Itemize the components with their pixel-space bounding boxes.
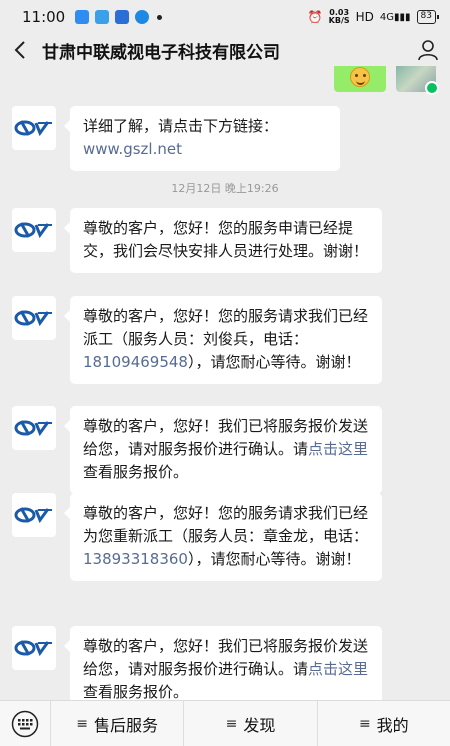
menu-icon: ≡: [76, 715, 89, 732]
official-account-avatar[interactable]: [12, 406, 56, 450]
back-icon[interactable]: [0, 34, 40, 66]
official-account-avatar[interactable]: [12, 208, 56, 252]
message-row: 尊敬的客户，您好！您的服务申请已经提交，我们会尽快安排人员进行处理。谢谢！: [12, 208, 382, 273]
view-quote-link[interactable]: 点击这里: [308, 440, 368, 458]
self-message: [334, 66, 439, 98]
company-logo-icon: [14, 640, 52, 657]
view-quote-link[interactable]: 点击这里: [308, 660, 368, 678]
message-row: 尊敬的客户，您好！您的服务请求我们已经派工（服务人员：刘俊兵，电话：181094…: [12, 296, 382, 384]
official-account-avatar[interactable]: [12, 493, 56, 537]
menu-discover[interactable]: ≡ 发现: [183, 700, 316, 746]
message-row: 尊敬的客户，您好！我们已将服务报价发送给您，请对服务报价进行确认。请点击这里查看…: [12, 406, 382, 494]
message-bubble[interactable]: 尊敬的客户，您好！我们已将服务报价发送给您，请对服务报价进行确认。请点击这里查看…: [64, 406, 382, 494]
phone-link[interactable]: 18109469548: [83, 353, 188, 371]
message-row: 尊敬的客户，您好！您的服务请求我们已经为您重新派工（服务人员：章金龙，电话：13…: [12, 493, 382, 581]
chat-title: 甘肃中联威视电子科技有限公司: [42, 42, 280, 63]
menu-after-sales[interactable]: ≡ 售后服务: [50, 700, 183, 746]
company-logo-icon: [14, 420, 52, 437]
menu-icon: ≡: [225, 715, 238, 732]
more-notifications-dot: [157, 14, 163, 20]
official-account-avatar[interactable]: [12, 106, 56, 150]
alarm-icon: ⏰: [307, 10, 323, 24]
message-timestamp: 12月12日 晚上19:26: [171, 182, 279, 195]
notification-browser-icon: [115, 10, 130, 24]
company-logo-icon: [14, 222, 52, 239]
message-row: 尊敬的客户，您好！我们已将服务报价发送给您，请对服务报价进行确认。请点击这里查看…: [12, 626, 382, 700]
verified-check-icon: [425, 81, 439, 95]
self-emoji-bubble[interactable]: [334, 66, 386, 92]
notification-cloud-icon: [135, 10, 150, 24]
official-account-avatar[interactable]: [12, 296, 56, 340]
company-logo-icon: [14, 120, 52, 137]
message-bubble[interactable]: 尊敬的客户，您好！您的服务请求我们已经为您重新派工（服务人员：章金龙，电话：13…: [64, 493, 382, 581]
company-logo-icon: [14, 507, 52, 524]
network-speed: 0.03 KB/S: [328, 8, 350, 25]
clock: 11:00: [22, 8, 66, 26]
self-avatar[interactable]: [396, 66, 439, 95]
message-row: 详细了解，请点击下方链接： www.gszl.net: [12, 106, 340, 171]
website-link[interactable]: www.gszl.net: [83, 138, 328, 161]
signal-icon: 4G▮▮▮: [379, 11, 411, 23]
status-bar: 11:00 ⏰ 0.03 KB/S HD 4G▮▮▮ 83: [0, 0, 450, 34]
status-right: ⏰ 0.03 KB/S HD 4G▮▮▮ 83: [307, 8, 440, 25]
company-logo-icon: [14, 310, 52, 327]
menu-icon: ≡: [358, 715, 371, 732]
keyboard-toggle-button[interactable]: [0, 701, 50, 746]
chat-area[interactable]: 详细了解，请点击下方链接： www.gszl.net 12月12日 晚上19:2…: [0, 66, 450, 700]
message-bubble[interactable]: 尊敬的客户，您好！我们已将服务报价发送给您，请对服务报价进行确认。请点击这里查看…: [64, 626, 382, 700]
phone-link[interactable]: 13893318360: [83, 550, 188, 568]
chat-header: 甘肃中联威视电子科技有限公司: [0, 34, 450, 66]
message-bubble[interactable]: 尊敬的客户，您好！您的服务请求我们已经派工（服务人员：刘俊兵，电话：181094…: [64, 296, 382, 384]
notification-video-icon: [95, 10, 110, 24]
message-bubble[interactable]: 详细了解，请点击下方链接： www.gszl.net: [64, 106, 340, 171]
menu-mine[interactable]: ≡ 我的: [316, 700, 450, 746]
official-account-avatar[interactable]: [12, 626, 56, 670]
message-bubble[interactable]: 尊敬的客户，您好！您的服务申请已经提交，我们会尽快安排人员进行处理。谢谢！: [64, 208, 382, 273]
battery-icon: 83: [416, 10, 440, 24]
notification-app-icon: [75, 10, 90, 24]
hd-indicator: HD: [355, 10, 374, 24]
bottom-menu: ≡ 售后服务 ≡ 发现 ≡ 我的: [0, 700, 450, 746]
keyboard-icon: [11, 710, 39, 737]
smile-emoji-icon: [350, 67, 370, 87]
profile-icon[interactable]: [406, 34, 450, 66]
